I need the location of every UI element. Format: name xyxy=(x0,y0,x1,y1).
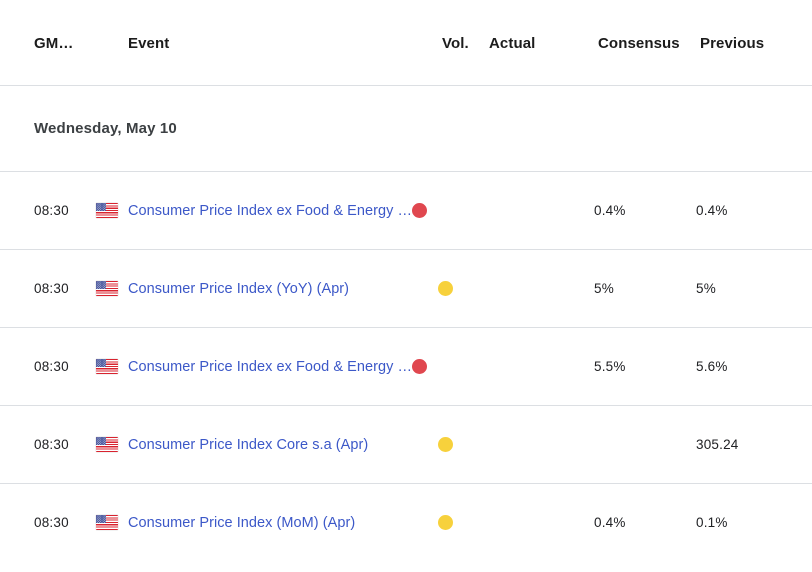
event-link[interactable]: Consumer Price Index (MoM) (Apr) xyxy=(128,515,355,531)
previous-cell: 305.24 xyxy=(696,436,796,454)
consensus-value: 0.4% xyxy=(594,202,626,218)
event-link[interactable]: Consumer Price Index ex Food & Energy … xyxy=(128,203,412,219)
volatility-cell xyxy=(438,280,485,298)
table-body: 08:30 Consumer Price Index ex Food & Ene… xyxy=(0,171,812,561)
event-name-cell: Consumer Price Index ex Food & Energy … xyxy=(128,359,438,375)
event-link[interactable]: Consumer Price Index ex Food & Energy … xyxy=(128,359,412,375)
table-row[interactable]: 08:30 Consumer Price Index ex Food & Ene… xyxy=(0,327,812,405)
column-header-actual[interactable]: Actual xyxy=(489,35,598,52)
event-time-label: 08:30 xyxy=(34,280,69,296)
event-time-label: 08:30 xyxy=(34,514,69,530)
table-row[interactable]: 08:30 Consumer Price Index Core s.a (Apr… xyxy=(0,405,812,483)
consensus-value: 5.5% xyxy=(594,358,626,374)
consensus-value: 5% xyxy=(594,280,614,296)
column-header-consensus[interactable]: Consensus xyxy=(598,35,700,52)
previous-cell: 5.6% xyxy=(696,358,796,376)
us-flag-icon xyxy=(96,436,118,452)
country-flag-cell xyxy=(96,202,128,220)
column-header-event[interactable]: Event xyxy=(128,35,442,52)
country-flag-cell xyxy=(96,436,128,454)
consensus-cell: 0.4% xyxy=(594,202,696,220)
consensus-cell: 0.4% xyxy=(594,514,696,532)
event-link[interactable]: Consumer Price Index (YoY) (Apr) xyxy=(128,281,349,297)
consensus-cell: 5.5% xyxy=(594,358,696,376)
table-row[interactable]: 08:30 Consumer Price Index ex Food & Ene… xyxy=(0,171,812,249)
event-link[interactable]: Consumer Price Index Core s.a (Apr) xyxy=(128,437,368,453)
event-name-cell: Consumer Price Index (YoY) (Apr) xyxy=(128,281,438,297)
previous-value: 5.6% xyxy=(696,358,728,374)
consensus-cell: 5% xyxy=(594,280,696,298)
volatility-cell xyxy=(438,514,485,532)
date-group-row: Wednesday, May 10 xyxy=(0,85,812,171)
previous-cell: 0.4% xyxy=(696,202,796,220)
event-time: 08:30 xyxy=(34,202,96,220)
event-time-label: 08:30 xyxy=(34,202,69,218)
column-header-time[interactable]: GM… xyxy=(34,35,128,52)
us-flag-icon xyxy=(96,514,118,530)
volatility-indicator-icon xyxy=(412,359,428,374)
column-header-volatility[interactable]: Vol. xyxy=(442,35,489,52)
event-time: 08:30 xyxy=(34,358,96,376)
event-name-cell: Consumer Price Index ex Food & Energy … xyxy=(128,203,438,219)
previous-value: 305.24 xyxy=(696,436,739,452)
us-flag-icon xyxy=(96,280,118,296)
event-name-cell: Consumer Price Index (MoM) (Apr) xyxy=(128,515,438,531)
volatility-indicator-icon xyxy=(438,514,453,530)
table-row[interactable]: 08:30 Consumer Price Index (YoY) (Apr) 5… xyxy=(0,249,812,327)
volatility-indicator-icon xyxy=(438,436,453,452)
country-flag-cell xyxy=(96,514,128,532)
consensus-value: 0.4% xyxy=(594,514,626,530)
volatility-indicator-icon xyxy=(438,280,453,296)
volatility-cell xyxy=(438,436,485,454)
previous-value: 0.1% xyxy=(696,514,728,530)
previous-cell: 5% xyxy=(696,280,796,298)
economic-calendar: GM… Event Vol. Actual Consensus Previous… xyxy=(0,0,812,572)
table-header-row: GM… Event Vol. Actual Consensus Previous xyxy=(0,0,812,85)
country-flag-cell xyxy=(96,280,128,298)
event-time-label: 08:30 xyxy=(34,436,69,452)
previous-value: 0.4% xyxy=(696,202,728,218)
previous-value: 5% xyxy=(696,280,716,296)
event-name-cell: Consumer Price Index Core s.a (Apr) xyxy=(128,437,438,453)
previous-cell: 0.1% xyxy=(696,514,796,532)
volatility-indicator-icon xyxy=(412,203,428,218)
us-flag-icon xyxy=(96,358,118,374)
country-flag-cell xyxy=(96,358,128,376)
table-row[interactable]: 08:30 Consumer Price Index (MoM) (Apr) 0… xyxy=(0,483,812,561)
event-time: 08:30 xyxy=(34,436,96,454)
column-header-previous[interactable]: Previous xyxy=(700,35,800,52)
us-flag-icon xyxy=(96,202,118,218)
event-time-label: 08:30 xyxy=(34,358,69,374)
date-group-label: Wednesday, May 10 xyxy=(34,120,177,137)
event-time: 08:30 xyxy=(34,514,96,532)
event-time: 08:30 xyxy=(34,280,96,298)
